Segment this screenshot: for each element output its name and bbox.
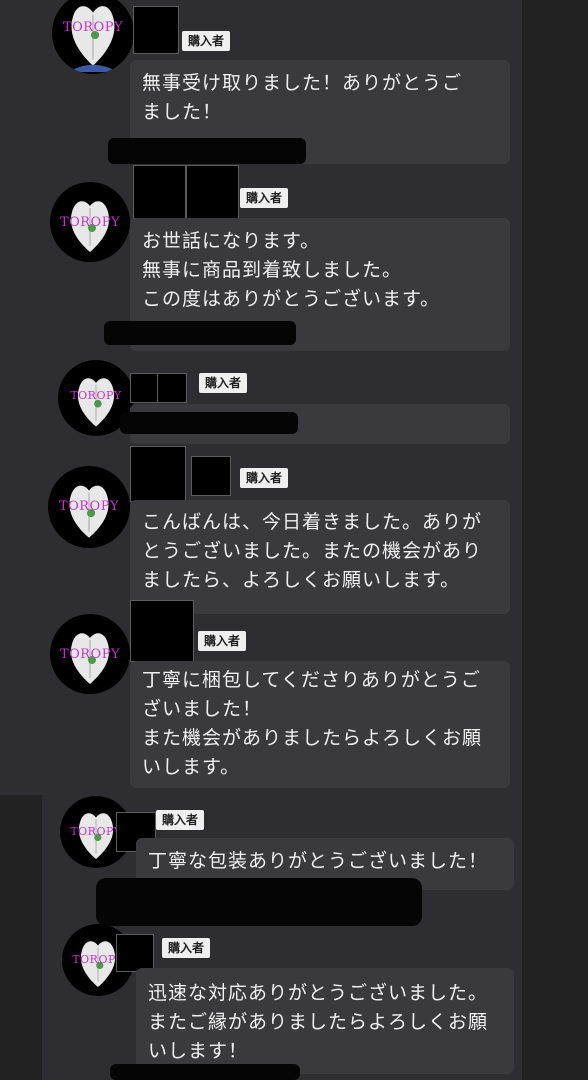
review-feed: TOROPY 購入者 無事受け取りました！ありがとうご ました！ TOROPY … (0, 0, 588, 1080)
comment-line: またご縁がありましたらよろしくお願 (148, 1011, 489, 1033)
buyer-badge: 購入者 (162, 938, 211, 958)
comment-line: いします！ (148, 1040, 249, 1062)
redacted-username (116, 934, 154, 972)
redacted-timestamp (110, 1064, 300, 1080)
comment-line: 迅速な対応ありがとうございました。 (148, 982, 489, 1004)
review-item: TOROPY 購入者 迅速な対応ありがとうございました。 またご縁がありましたら… (0, 0, 588, 1080)
comment-bubble: 迅速な対応ありがとうございました。 またご縁がありましたらよろしくお願 いします… (136, 968, 514, 1074)
